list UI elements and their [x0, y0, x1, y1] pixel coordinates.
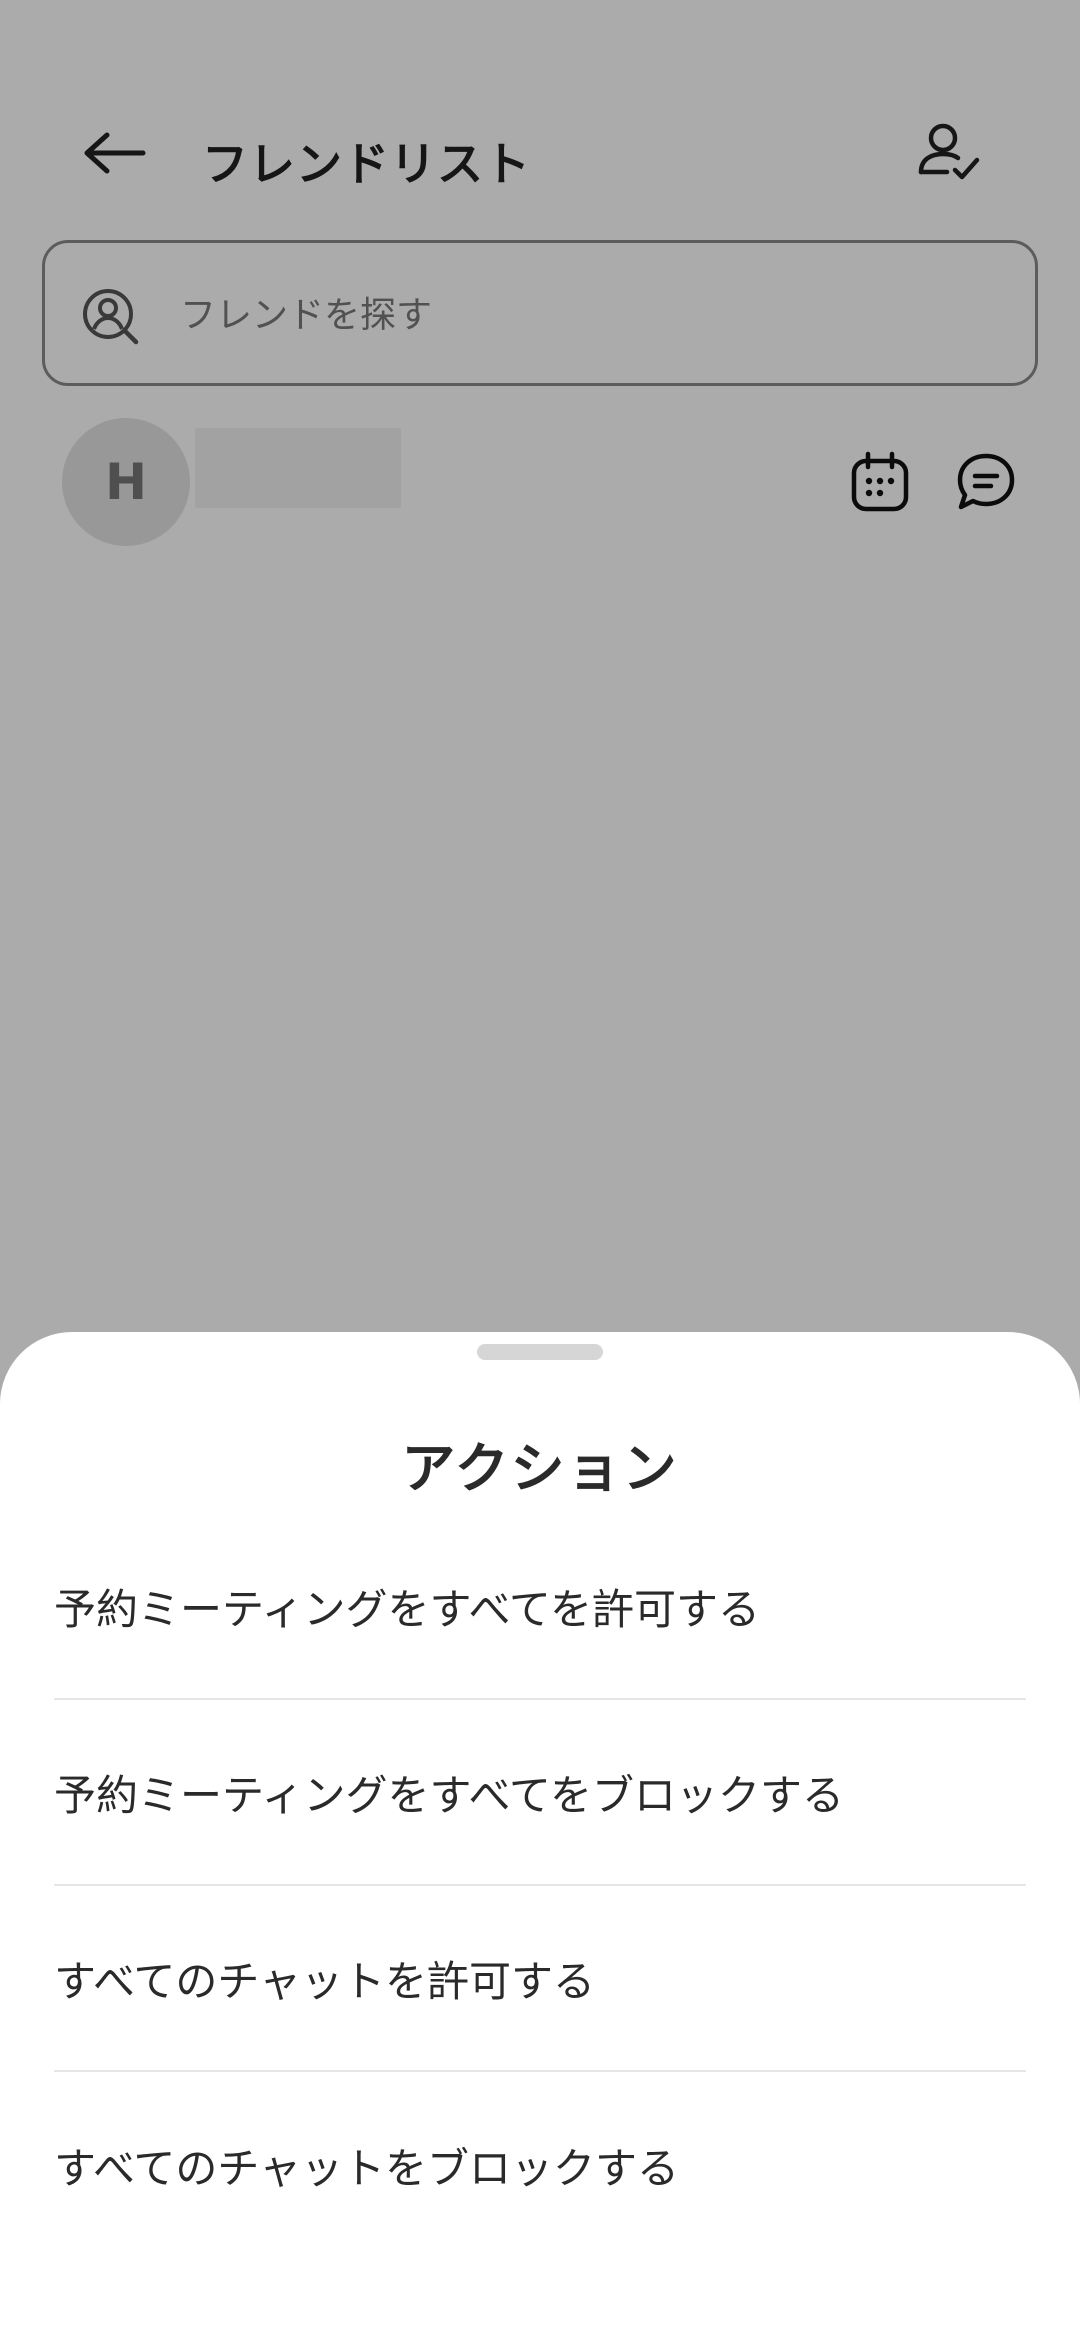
- action-list: 予約ミーティングをすべてを許可する 予約ミーティングをすべてをブロックする すべ…: [54, 1514, 1026, 2258]
- sheet-drag-handle[interactable]: [477, 1344, 603, 1360]
- sheet-title: アクション: [401, 1437, 679, 1500]
- action-block-all-chats[interactable]: すべてのチャットをブロックする: [54, 2072, 1026, 2258]
- action-block-all-meetings[interactable]: 予約ミーティングをすべてをブロックする: [54, 1700, 1026, 1886]
- action-allow-all-meetings[interactable]: 予約ミーティングをすべてを許可する: [54, 1514, 1026, 1700]
- action-allow-all-chats[interactable]: すべてのチャットを許可する: [54, 1886, 1026, 2072]
- screen: フレンドリスト フレンドを探す H アクション 予約ミーティングをすべてを許可す…: [0, 0, 1080, 2340]
- action-bottom-sheet: アクション 予約ミーティングをすべてを許可する 予約ミーティングをすべてをブロッ…: [0, 1332, 1080, 2340]
